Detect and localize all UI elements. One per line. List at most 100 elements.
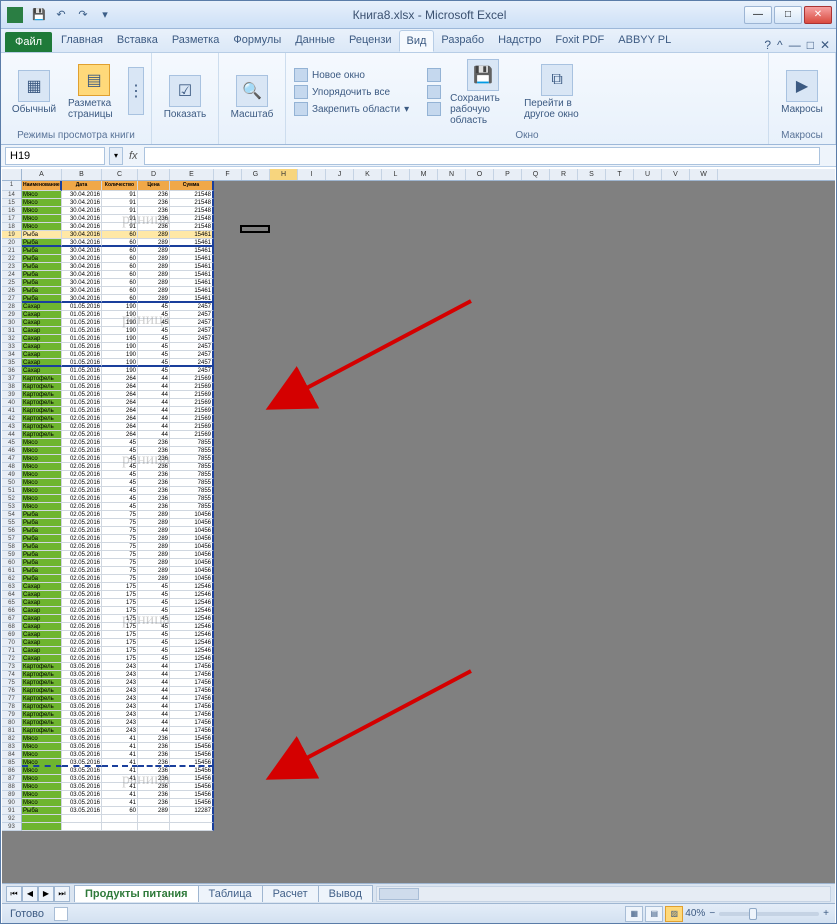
ribbon-collapse-icon[interactable]: ^ — [777, 38, 783, 52]
cell[interactable]: 02.05.2016 — [62, 519, 102, 527]
cell[interactable]: 03.05.2016 — [62, 743, 102, 751]
freeze-panes-button[interactable]: Закрепить области ▾ — [291, 101, 412, 117]
cell[interactable]: 236 — [138, 479, 170, 487]
cell[interactable]: 175 — [102, 591, 138, 599]
col-header-Q[interactable]: Q — [522, 169, 550, 180]
cell[interactable]: 02.05.2016 — [62, 623, 102, 631]
cell[interactable]: 243 — [102, 711, 138, 719]
cell[interactable]: Сахар — [22, 599, 62, 607]
arrange-all-button[interactable]: Упорядочить все — [291, 84, 412, 100]
cell[interactable]: 01.05.2016 — [62, 327, 102, 335]
cell[interactable]: 02.05.2016 — [62, 423, 102, 431]
cell[interactable]: 15456 — [170, 759, 214, 767]
cell[interactable]: 02.05.2016 — [62, 487, 102, 495]
cell[interactable]: 190 — [102, 351, 138, 359]
ribbon-tab-надстро[interactable]: Надстро — [491, 30, 548, 52]
cell[interactable]: 289 — [138, 231, 170, 239]
cell[interactable]: 02.05.2016 — [62, 479, 102, 487]
cell[interactable]: 21569 — [170, 431, 214, 439]
cell[interactable]: Мясо — [22, 447, 62, 455]
cell[interactable]: 12546 — [170, 607, 214, 615]
cell[interactable] — [170, 823, 214, 831]
file-tab[interactable]: Файл — [5, 32, 52, 52]
cell[interactable]: 44 — [138, 391, 170, 399]
cell[interactable]: 10456 — [170, 559, 214, 567]
cell[interactable]: 190 — [102, 327, 138, 335]
col-header-R[interactable]: R — [550, 169, 578, 180]
cell[interactable]: 289 — [138, 263, 170, 271]
col-header-N[interactable]: N — [438, 169, 466, 180]
row-header[interactable]: 18 — [2, 223, 22, 231]
cell[interactable]: 91 — [102, 207, 138, 215]
cell[interactable]: 175 — [102, 607, 138, 615]
cell[interactable]: 264 — [102, 399, 138, 407]
cell[interactable]: 03.05.2016 — [62, 695, 102, 703]
fx-icon[interactable]: fx — [129, 150, 138, 162]
cell[interactable]: 21548 — [170, 199, 214, 207]
cell[interactable]: 236 — [138, 207, 170, 215]
cell[interactable]: 21569 — [170, 375, 214, 383]
row-header[interactable]: 37 — [2, 375, 22, 383]
row-header[interactable]: 35 — [2, 359, 22, 367]
cell[interactable]: Сахар — [22, 615, 62, 623]
cell[interactable]: 44 — [138, 703, 170, 711]
row-header[interactable]: 71 — [2, 647, 22, 655]
row-header[interactable]: 80 — [2, 719, 22, 727]
cell[interactable]: 02.05.2016 — [62, 535, 102, 543]
cell[interactable]: 10456 — [170, 551, 214, 559]
split-button[interactable] — [424, 67, 444, 83]
row-header[interactable]: 67 — [2, 615, 22, 623]
cell[interactable]: Картофель — [22, 399, 62, 407]
cell[interactable]: 17456 — [170, 679, 214, 687]
cell[interactable]: 30.04.2016 — [62, 199, 102, 207]
col-header-I[interactable]: I — [298, 169, 326, 180]
cell[interactable]: Рыба — [22, 567, 62, 575]
ribbon-tab-вставка[interactable]: Вставка — [110, 30, 165, 52]
cell[interactable]: 2457 — [170, 359, 214, 367]
cell[interactable]: Картофель — [22, 711, 62, 719]
cell[interactable]: 01.05.2016 — [62, 391, 102, 399]
sheet-tab[interactable]: Расчет — [262, 885, 319, 902]
row-header[interactable]: 33 — [2, 343, 22, 351]
cell[interactable]: 03.05.2016 — [62, 791, 102, 799]
sheet-last-button[interactable]: ⏭ — [54, 886, 70, 902]
cell[interactable]: 44 — [138, 695, 170, 703]
cell[interactable]: 02.05.2016 — [62, 575, 102, 583]
cell[interactable]: 236 — [138, 759, 170, 767]
cell[interactable]: 10456 — [170, 527, 214, 535]
unhide-button[interactable] — [424, 101, 444, 117]
sheet-next-button[interactable]: ▶ — [38, 886, 54, 902]
cell[interactable]: 02.05.2016 — [62, 591, 102, 599]
row-header[interactable]: 30 — [2, 319, 22, 327]
cell[interactable]: 02.05.2016 — [62, 559, 102, 567]
cell[interactable]: 289 — [138, 567, 170, 575]
cell[interactable]: 02.05.2016 — [62, 495, 102, 503]
ribbon-tab-формулы[interactable]: Формулы — [226, 30, 288, 52]
cell[interactable]: 15456 — [170, 791, 214, 799]
cell[interactable]: 15456 — [170, 775, 214, 783]
col-header-W[interactable]: W — [690, 169, 718, 180]
row-header[interactable]: 14 — [2, 191, 22, 199]
cell[interactable]: 236 — [138, 743, 170, 751]
normal-view-button[interactable]: ▦ Обычный — [6, 56, 62, 128]
name-box-dropdown[interactable]: ▾ — [109, 147, 123, 165]
cell[interactable]: 12546 — [170, 647, 214, 655]
macros-button[interactable]: ▶ Макросы — [774, 56, 830, 128]
cell[interactable]: 03.05.2016 — [62, 735, 102, 743]
row-header[interactable]: 77 — [2, 695, 22, 703]
cell[interactable]: 10456 — [170, 567, 214, 575]
cell[interactable]: 236 — [138, 191, 170, 199]
cell[interactable]: 75 — [102, 511, 138, 519]
cell[interactable]: 45 — [138, 647, 170, 655]
cell[interactable]: Мясо — [22, 759, 62, 767]
cell[interactable]: 236 — [138, 751, 170, 759]
row-header[interactable]: 21 — [2, 247, 22, 255]
cell[interactable]: Картофель — [22, 383, 62, 391]
cell[interactable]: 289 — [138, 519, 170, 527]
cell[interactable]: 17456 — [170, 703, 214, 711]
cell[interactable]: 236 — [138, 455, 170, 463]
cell[interactable]: 02.05.2016 — [62, 447, 102, 455]
row-header[interactable]: 64 — [2, 591, 22, 599]
cell[interactable]: 15461 — [170, 255, 214, 263]
cell[interactable]: 15456 — [170, 751, 214, 759]
